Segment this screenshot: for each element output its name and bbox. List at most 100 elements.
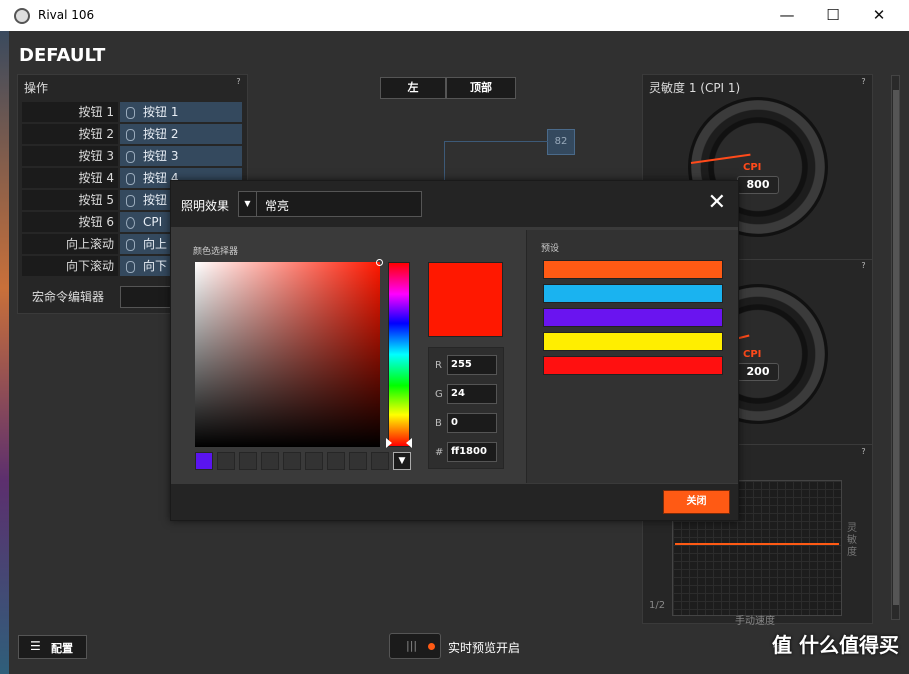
color-picker-label: 颜色选择器 bbox=[193, 247, 239, 257]
dropdown-arrow-icon: ▼ bbox=[239, 192, 257, 216]
hue-slider[interactable] bbox=[386, 262, 412, 448]
color-swatch[interactable] bbox=[305, 452, 323, 470]
dialog-header: 照明效果 ▼ 常亮 ✕ bbox=[171, 181, 738, 227]
color-swatch[interactable] bbox=[261, 452, 279, 470]
action-label: 按钮 5 bbox=[22, 190, 118, 210]
presets-label: 预设 bbox=[541, 244, 560, 254]
list-icon: ☰ bbox=[30, 639, 41, 653]
picker-cursor[interactable] bbox=[376, 259, 383, 266]
preset-color[interactable] bbox=[543, 356, 723, 375]
mouse-icon bbox=[126, 150, 135, 163]
action-assignment[interactable]: 按钮 2 bbox=[120, 124, 242, 144]
close-icon[interactable]: ✕ bbox=[708, 191, 726, 215]
status-led-icon bbox=[428, 643, 435, 650]
zone-badge[interactable]: 82 bbox=[547, 129, 575, 155]
window-title: Rival 106 bbox=[38, 8, 95, 22]
acceleration-curve[interactable] bbox=[675, 543, 839, 545]
color-swatch[interactable] bbox=[217, 452, 235, 470]
config-label: 配置 bbox=[51, 642, 73, 655]
macro-label: 宏命令编辑器 bbox=[22, 286, 118, 308]
swatch-dropdown-icon[interactable]: ▼ bbox=[393, 452, 411, 470]
r-label: R bbox=[435, 360, 442, 371]
lighting-dialog: 照明效果 ▼ 常亮 ✕ 颜色选择器 ▼ R 255 G 24 B 0 # ff1… bbox=[170, 180, 739, 521]
watermark: 值 什么值得买 bbox=[772, 633, 899, 657]
mouse-icon bbox=[126, 260, 135, 273]
color-swatch[interactable] bbox=[371, 452, 389, 470]
action-label: 按钮 6 bbox=[22, 212, 118, 232]
view-left-button[interactable]: 左 bbox=[380, 77, 446, 99]
actions-header: 操作 bbox=[24, 81, 49, 95]
dialog-footer: 关闭 bbox=[171, 484, 738, 520]
action-row[interactable]: 按钮 1 按钮 1 bbox=[22, 102, 242, 122]
action-value: 按钮 bbox=[143, 193, 168, 207]
preset-color[interactable] bbox=[543, 284, 723, 303]
minimize-button[interactable]: — bbox=[764, 0, 810, 31]
action-label: 向上滚动 bbox=[22, 234, 118, 254]
cpi2-value[interactable]: 200 bbox=[737, 363, 779, 381]
action-row[interactable]: 按钮 3 按钮 3 bbox=[22, 146, 242, 166]
action-label: 按钮 2 bbox=[22, 124, 118, 144]
graph-x-label: 手动速度 bbox=[735, 616, 775, 627]
connector-line bbox=[444, 141, 445, 181]
hue-handle-icon[interactable] bbox=[386, 438, 392, 448]
config-button[interactable]: ☰ 配置 bbox=[18, 635, 87, 659]
gauge-needle bbox=[690, 153, 751, 164]
maximize-button[interactable]: ☐ bbox=[810, 0, 856, 31]
hue-handle-icon[interactable] bbox=[406, 438, 412, 448]
b-input[interactable]: 0 bbox=[447, 413, 497, 433]
desktop-background bbox=[0, 31, 9, 674]
action-assignment[interactable]: 按钮 3 bbox=[120, 146, 242, 166]
r-input[interactable]: 255 bbox=[447, 355, 497, 375]
app-logo-icon bbox=[14, 8, 30, 24]
action-label: 按钮 3 bbox=[22, 146, 118, 166]
live-preview-toggle[interactable]: ||| bbox=[389, 633, 441, 659]
action-value: 向下 bbox=[143, 259, 168, 273]
cpi-label: CPI bbox=[743, 162, 762, 173]
help-icon[interactable]: ? bbox=[859, 447, 868, 456]
mouse-icon bbox=[126, 194, 135, 207]
presets-panel: 预设 bbox=[526, 230, 738, 483]
action-value: 按钮 2 bbox=[143, 127, 179, 141]
cpi-icon bbox=[126, 216, 135, 229]
mouse-icon bbox=[126, 128, 135, 141]
cpi1-value[interactable]: 800 bbox=[737, 176, 779, 194]
effect-dropdown[interactable]: ▼ 常亮 bbox=[238, 191, 422, 217]
action-label: 按钮 4 bbox=[22, 168, 118, 188]
toggle-grip-icon: ||| bbox=[406, 639, 418, 652]
vertical-scrollbar[interactable] bbox=[891, 75, 900, 620]
preset-color[interactable] bbox=[543, 308, 723, 327]
saturation-value-picker[interactable] bbox=[195, 259, 383, 447]
hex-label: # bbox=[435, 447, 444, 458]
help-icon[interactable]: ? bbox=[859, 77, 868, 86]
color-swatch[interactable] bbox=[283, 452, 301, 470]
action-label: 按钮 1 bbox=[22, 102, 118, 122]
action-assignment[interactable]: 按钮 1 bbox=[120, 102, 242, 122]
preset-color[interactable] bbox=[543, 260, 723, 279]
close-window-button[interactable]: ✕ bbox=[856, 0, 902, 31]
sensitivity-header: 灵敏度 1 (CPI 1) bbox=[649, 81, 741, 95]
profile-title: DEFAULT bbox=[19, 45, 106, 66]
scrollbar-thumb[interactable] bbox=[893, 90, 899, 605]
help-icon[interactable]: ? bbox=[234, 77, 243, 86]
mouse-icon bbox=[126, 172, 135, 185]
connector-line bbox=[444, 141, 548, 142]
b-label: B bbox=[435, 418, 442, 429]
close-dialog-button[interactable]: 关闭 bbox=[663, 490, 730, 514]
color-swatch[interactable] bbox=[239, 452, 257, 470]
action-row[interactable]: 按钮 2 按钮 2 bbox=[22, 124, 242, 144]
g-input[interactable]: 24 bbox=[447, 384, 497, 404]
action-value: 按钮 1 bbox=[143, 105, 179, 119]
color-swatch[interactable] bbox=[327, 452, 345, 470]
color-swatch[interactable] bbox=[195, 452, 213, 470]
rgb-inputs: R 255 G 24 B 0 # ff1800 bbox=[428, 347, 504, 469]
cpi-label: CPI bbox=[743, 349, 762, 360]
color-swatch[interactable] bbox=[349, 452, 367, 470]
action-value: 向上 bbox=[143, 237, 168, 251]
preset-color[interactable] bbox=[543, 332, 723, 351]
hex-input[interactable]: ff1800 bbox=[447, 442, 497, 462]
g-label: G bbox=[435, 389, 443, 400]
effect-value: 常亮 bbox=[265, 199, 290, 213]
help-icon[interactable]: ? bbox=[859, 261, 868, 270]
action-label: 向下滚动 bbox=[22, 256, 118, 276]
view-top-button[interactable]: 顶部 bbox=[446, 77, 516, 99]
